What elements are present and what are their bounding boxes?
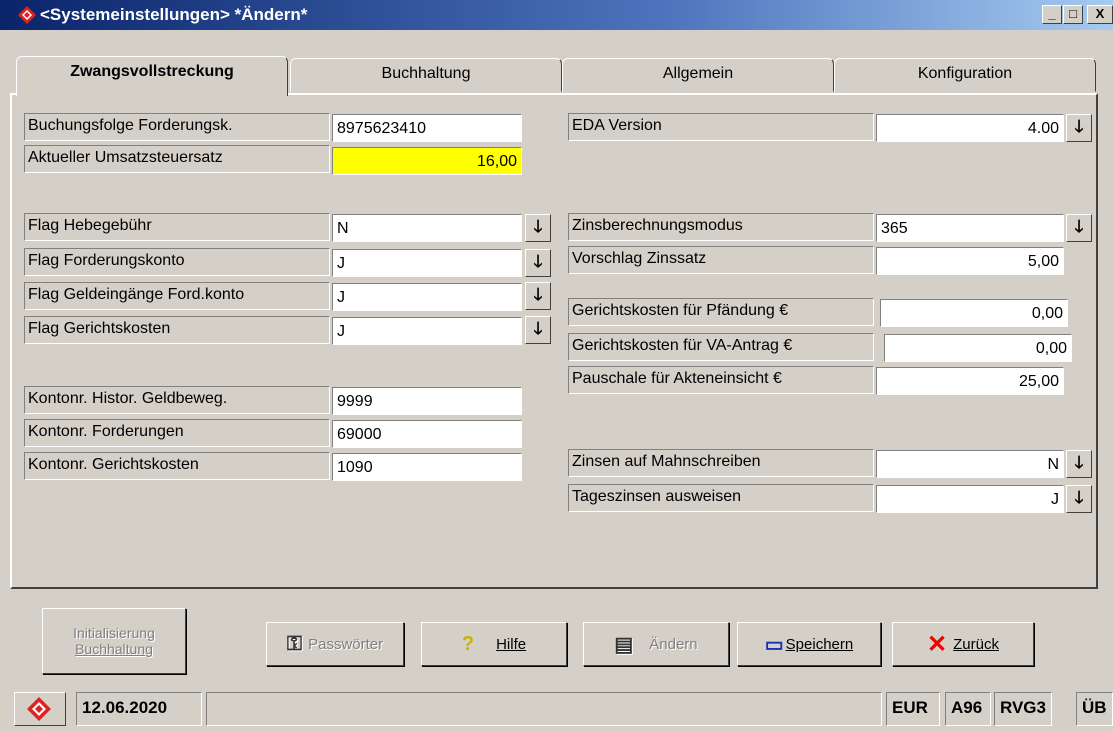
eda-version-label: EDA Version — [568, 113, 874, 141]
hilfe-label: Hilfe — [496, 635, 527, 653]
flag-hebegebuehr-field[interactable]: N — [332, 214, 522, 242]
speichern-label: Speichern — [785, 635, 854, 653]
flag-geldeingaenge-field[interactable]: J — [332, 283, 522, 311]
aendern-label: Ändern — [649, 635, 698, 653]
eda-version-dropdown-icon[interactable]: 🡓 — [1066, 114, 1092, 142]
speichern-button[interactable]: ▭ Speichern — [737, 622, 881, 666]
status-code-ueb: ÜB — [1076, 692, 1113, 726]
flag-forderungskonto-label: Flag Forderungskonto — [24, 248, 330, 276]
konto-forderungen-label: Kontonr. Forderungen — [24, 419, 330, 447]
status-bar: 12.06.2020 EUR A96 RVG3 ÜB — [0, 686, 1113, 731]
zinsen-mahnschreiben-dropdown-icon[interactable]: 🡓 — [1066, 450, 1092, 478]
vorschlag-zinssatz-field[interactable]: 5,00 — [876, 247, 1064, 275]
initialisierung-buchhaltung-button[interactable]: Initialisierung Buchhaltung — [42, 608, 186, 674]
flag-gerichtskosten-label: Flag Gerichtskosten — [24, 316, 330, 344]
app-logo-icon — [18, 6, 36, 24]
keys-icon: ⚿ — [286, 632, 303, 655]
gk-va-antrag-field[interactable]: 0,00 — [884, 334, 1072, 362]
tab-allgemein[interactable]: Allgemein — [562, 58, 834, 92]
maximize-button[interactable]: □ — [1063, 5, 1083, 24]
umsatzsteuer-label: Aktueller Umsatzsteuersatz — [24, 145, 330, 173]
app-logo-icon — [27, 697, 51, 721]
init-button-line1: Initialisierung — [73, 625, 155, 641]
flag-geldeingaenge-dropdown-icon[interactable]: 🡓 — [525, 282, 551, 310]
status-message — [206, 692, 882, 726]
zinsberechnungsmodus-label: Zinsberechnungsmodus — [568, 213, 874, 241]
gk-pfaendung-field[interactable]: 0,00 — [880, 299, 1068, 327]
buchungsfolge-field[interactable]: 8975623410 — [332, 114, 522, 142]
konto-histor-field[interactable]: 9999 — [332, 387, 522, 415]
title-bar: <Systemeinstellungen> *Ändern* _ □ X — [0, 0, 1113, 30]
tageszinsen-field[interactable]: J — [876, 485, 1064, 513]
zurueck-label: Zurück — [953, 635, 999, 653]
pauschale-akteneinsicht-label: Pauschale für Akteneinsicht € — [568, 366, 874, 394]
status-code-rvg3: RVG3 — [994, 692, 1052, 726]
flag-forderungskonto-dropdown-icon[interactable]: 🡓 — [525, 249, 551, 277]
zinsen-mahnschreiben-field[interactable]: N — [876, 450, 1064, 478]
hilfe-button[interactable]: ? Hilfe — [421, 622, 567, 666]
zinsen-mahnschreiben-label: Zinsen auf Mahnschreiben — [568, 449, 874, 477]
pauschale-akteneinsicht-field[interactable]: 25,00 — [876, 367, 1064, 395]
status-currency: EUR — [886, 692, 940, 726]
passwoerter-label: Passwörter — [308, 635, 384, 653]
tageszinsen-label: Tageszinsen ausweisen — [568, 484, 874, 512]
window-title: <Systemeinstellungen> *Ändern* — [40, 5, 308, 24]
status-date: 12.06.2020 — [76, 692, 202, 726]
gk-va-antrag-label: Gerichtskosten für VA-Antrag € — [568, 333, 874, 361]
tab-zwangsvollstreckung[interactable]: Zwangsvollstreckung — [16, 56, 288, 96]
tageszinsen-dropdown-icon[interactable]: 🡓 — [1066, 485, 1092, 513]
flag-hebegebuehr-label: Flag Hebegebühr — [24, 213, 330, 241]
help-icon: ? — [461, 632, 475, 655]
edit-document-icon: ▤ — [614, 633, 634, 656]
app-logo-button[interactable] — [14, 692, 66, 726]
zinsberechnungsmodus-dropdown-icon[interactable]: 🡓 — [1066, 214, 1092, 242]
save-icon: ▭ — [764, 633, 784, 656]
flag-geldeingaenge-label: Flag Geldeingänge Ford.konto — [24, 282, 330, 310]
konto-histor-label: Kontonr. Histor. Geldbeweg. — [24, 386, 330, 414]
gk-pfaendung-label: Gerichtskosten für Pfändung € — [568, 298, 874, 326]
minimize-button[interactable]: _ — [1042, 5, 1062, 24]
tab-buchhaltung[interactable]: Buchhaltung — [290, 58, 562, 92]
buchungsfolge-label: Buchungsfolge Forderungsk. — [24, 113, 330, 141]
vorschlag-zinssatz-label: Vorschlag Zinssatz — [568, 246, 874, 274]
tab-konfiguration[interactable]: Konfiguration — [834, 58, 1096, 92]
zinsberechnungsmodus-field[interactable]: 365 — [876, 214, 1064, 242]
konto-gerichtskosten-label: Kontonr. Gerichtskosten — [24, 452, 330, 480]
flag-gerichtskosten-dropdown-icon[interactable]: 🡓 — [525, 316, 551, 344]
flag-forderungskonto-field[interactable]: J — [332, 249, 522, 277]
close-x-icon: ✕ — [927, 630, 948, 658]
status-code-a96: A96 — [945, 692, 991, 726]
konto-forderungen-field[interactable]: 69000 — [332, 420, 522, 448]
flag-gerichtskosten-field[interactable]: J — [332, 317, 522, 345]
eda-version-field[interactable]: 4.00 — [876, 114, 1064, 142]
umsatzsteuer-field[interactable]: 16,00 — [332, 147, 522, 175]
flag-hebegebuehr-dropdown-icon[interactable]: 🡓 — [525, 214, 551, 242]
zurueck-button[interactable]: ✕ Zurück — [892, 622, 1034, 666]
konto-gerichtskosten-field[interactable]: 1090 — [332, 453, 522, 481]
init-button-line2: Buchhaltung — [75, 641, 153, 657]
close-button[interactable]: X — [1087, 5, 1113, 24]
aendern-button[interactable]: ▤ Ändern — [583, 622, 729, 666]
passwoerter-button[interactable]: ⚿ Passwörter — [266, 622, 404, 666]
